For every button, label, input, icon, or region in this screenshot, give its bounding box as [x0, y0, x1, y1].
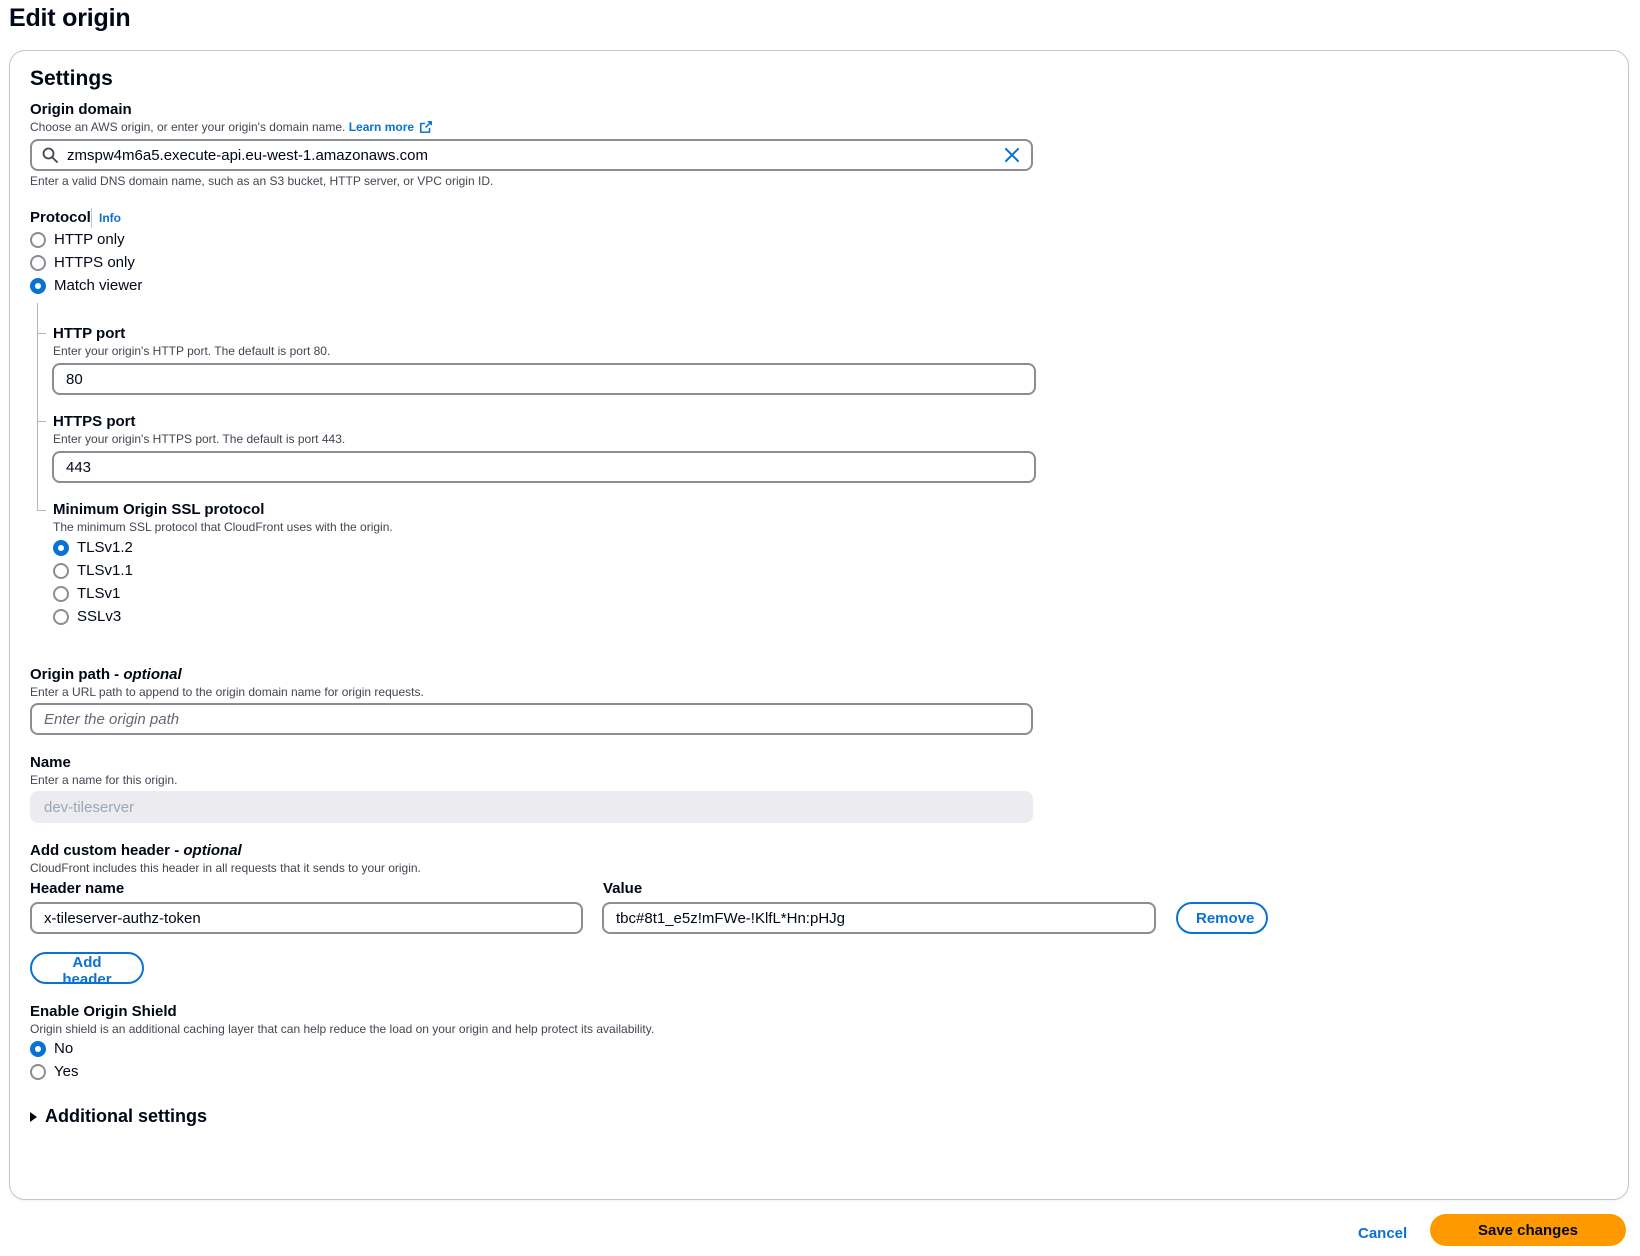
name-description: Enter a name for this origin.	[30, 773, 178, 787]
optional-tag: optional	[123, 666, 182, 683]
ssl-option-tlsv1-2[interactable]: TLSv1.2	[53, 539, 133, 556]
protocol-option-label: Match viewer	[54, 277, 143, 294]
external-link-icon	[420, 120, 433, 134]
origin-shield-option-no[interactable]: No	[30, 1040, 73, 1057]
tree-line-branch	[37, 421, 46, 422]
learn-more-link-label: Learn more	[348, 120, 415, 134]
learn-more-link[interactable]: Learn more	[349, 120, 434, 134]
https-port-label: HTTPS port	[53, 413, 136, 430]
protocol-option-https-only[interactable]: HTTPS only	[30, 254, 135, 271]
ssl-option-label: TLSv1.2	[77, 539, 133, 556]
radio-origin-shield-no[interactable]	[30, 1040, 46, 1057]
optional-tag: optional	[183, 842, 242, 859]
additional-settings-expander[interactable]: Additional settings	[30, 1106, 207, 1127]
header-name-label: Header name	[30, 880, 125, 897]
add-header-button[interactable]: Add header	[30, 952, 144, 988]
header-value-input[interactable]	[602, 902, 1156, 934]
origin-domain-constraint: Enter a valid DNS domain name, such as a…	[30, 174, 494, 188]
custom-header-label-text: Add custom header	[30, 842, 171, 859]
origin-domain-label: Origin domain	[30, 101, 132, 118]
radio-tlsv1[interactable]	[53, 585, 69, 602]
name-input	[30, 791, 1033, 823]
name-label: Name	[30, 754, 71, 771]
origin-shield-label: Enable Origin Shield	[30, 1003, 177, 1020]
origin-path-input[interactable]	[30, 703, 1033, 735]
protocol-info-link[interactable]: Info	[99, 211, 121, 225]
caret-right-icon	[30, 1111, 37, 1122]
http-port-input[interactable]	[52, 363, 1036, 395]
header-name-input[interactable]	[30, 902, 583, 934]
origin-shield-description: Origin shield is an additional caching l…	[30, 1022, 655, 1036]
custom-header-description: CloudFront includes this header in all r…	[30, 861, 421, 875]
save-changes-button[interactable]: Save changes	[1430, 1214, 1626, 1246]
http-port-description: Enter your origin's HTTP port. The defau…	[53, 344, 331, 358]
tree-line-branch	[37, 333, 46, 334]
ssl-option-label: TLSv1	[77, 585, 121, 602]
min-ssl-label: Minimum Origin SSL protocol	[53, 501, 265, 518]
origin-path-label-text: Origin path	[30, 666, 110, 683]
protocol-option-label: HTTPS only	[54, 254, 135, 271]
origin-domain-description: Choose an AWS origin, or enter your orig…	[30, 120, 433, 134]
ssl-option-label: SSLv3	[77, 608, 122, 625]
http-port-label: HTTP port	[53, 325, 126, 342]
ssl-option-sslv3[interactable]: SSLv3	[53, 608, 121, 625]
radio-https-only[interactable]	[30, 254, 46, 271]
origin-path-label: Origin path - optional	[30, 666, 182, 683]
radio-sslv3[interactable]	[53, 608, 69, 625]
custom-header-label: Add custom header - optional	[30, 842, 242, 859]
origin-shield-option-label: Yes	[54, 1063, 79, 1080]
protocol-option-match-viewer[interactable]: Match viewer	[30, 277, 142, 294]
settings-container: Settings Origin domain Choose an AWS ori…	[9, 50, 1629, 1200]
additional-settings-label: Additional settings	[45, 1106, 207, 1126]
cancel-button[interactable]: Cancel	[1358, 1225, 1407, 1242]
radio-http-only[interactable]	[30, 231, 46, 248]
ssl-option-tlsv1-1[interactable]: TLSv1.1	[53, 562, 133, 579]
tree-line-vertical	[37, 303, 38, 511]
https-port-description: Enter your origin's HTTPS port. The defa…	[53, 432, 346, 446]
origin-domain-description-text: Choose an AWS origin, or enter your orig…	[30, 120, 346, 134]
page-title: Edit origin	[9, 4, 131, 32]
remove-header-button[interactable]: Remove	[1176, 902, 1268, 934]
min-ssl-description: The minimum SSL protocol that CloudFront…	[53, 520, 393, 534]
https-port-input[interactable]	[52, 451, 1036, 483]
header-value-label: Value	[603, 880, 643, 897]
origin-domain-input[interactable]	[30, 139, 1033, 171]
origin-shield-option-label: No	[54, 1040, 74, 1057]
tree-line-branch	[37, 510, 46, 511]
settings-title: Settings	[30, 67, 113, 90]
info-separator	[91, 208, 92, 228]
radio-match-viewer[interactable]	[30, 277, 46, 294]
radio-tlsv1-2[interactable]	[53, 539, 69, 556]
protocol-option-label: HTTP only	[54, 231, 125, 248]
clear-icon[interactable]	[1003, 146, 1021, 164]
origin-shield-option-yes[interactable]: Yes	[30, 1063, 78, 1080]
search-icon	[42, 147, 58, 163]
ssl-option-tlsv1[interactable]: TLSv1	[53, 585, 120, 602]
radio-tlsv1-1[interactable]	[53, 562, 69, 579]
origin-domain-field	[30, 139, 1033, 171]
protocol-label: Protocol	[30, 209, 91, 226]
radio-origin-shield-yes[interactable]	[30, 1063, 46, 1080]
protocol-option-http-only[interactable]: HTTP only	[30, 231, 125, 248]
origin-path-description: Enter a URL path to append to the origin…	[30, 685, 424, 699]
ssl-option-label: TLSv1.1	[77, 562, 133, 579]
